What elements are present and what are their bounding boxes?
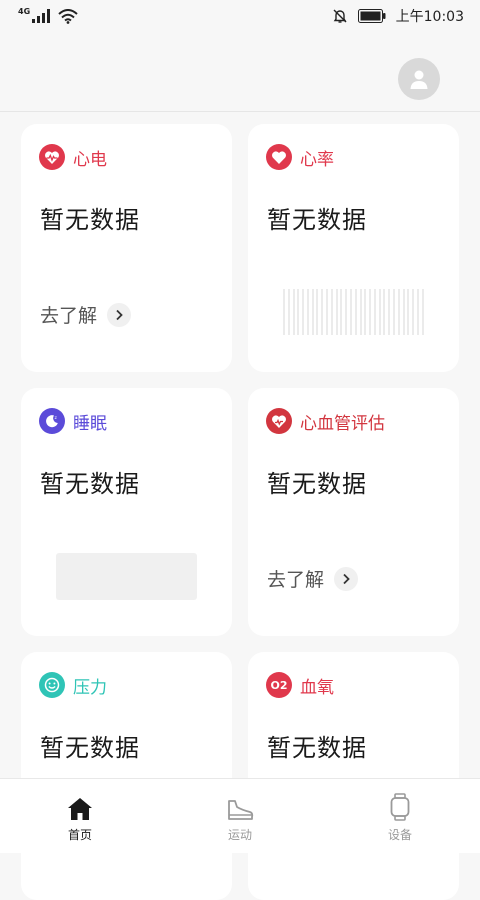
card-title-text: 睡眠 [73, 413, 107, 434]
tab-label: 运动 [227, 828, 252, 842]
chevron-right-icon [334, 566, 359, 591]
shoe-icon [226, 793, 254, 821]
card-cardiovascular[interactable]: 心血管评估 暂无数据 去了解 [248, 388, 459, 636]
wifi-icon [58, 8, 78, 24]
tab-sport[interactable]: 运动 [180, 779, 300, 854]
card-value: 暂无数据 [267, 470, 367, 498]
smile-icon [39, 672, 65, 698]
card-title: 心血管评估 [266, 408, 385, 434]
card-value: 暂无数据 [267, 734, 367, 762]
tab-label: 首页 [67, 828, 92, 842]
tab-home[interactable]: 首页 [20, 779, 140, 854]
card-title-text: 心率 [300, 149, 334, 170]
learn-more-label: 去了解 [40, 305, 98, 327]
card-title-text: 压力 [73, 677, 107, 698]
card-title-text: 心电 [73, 149, 107, 170]
card-spo2[interactable]: O2 血氧 暂无数据 [248, 652, 459, 900]
user-icon [410, 70, 428, 89]
card-title: 压力 [39, 672, 107, 698]
card-sleep[interactable]: z 睡眠 暂无数据 [21, 388, 232, 636]
svg-text:z: z [55, 416, 58, 421]
bottom-tab-bar: 首页 运动 设备 [0, 778, 480, 853]
tab-label: 设备 [387, 828, 412, 842]
card-title-text: 心血管评估 [300, 413, 385, 434]
card-title: O2 血氧 [266, 672, 334, 698]
card-value: 暂无数据 [40, 470, 140, 498]
heart-icon [266, 144, 292, 170]
watch-icon [389, 793, 411, 821]
status-bar: 4G 上午10:03 [0, 0, 480, 32]
card-title: z 睡眠 [39, 408, 107, 434]
learn-more-label: 去了解 [267, 569, 325, 591]
status-left: 4G [18, 6, 78, 24]
header [0, 32, 480, 112]
status-time: 上午10:03 [395, 9, 464, 25]
signal-icon [32, 9, 51, 23]
sleep-placeholder-chart [56, 553, 197, 600]
card-title: 心率 [266, 144, 334, 170]
avatar[interactable] [398, 58, 440, 100]
o2-icon: O2 [266, 672, 292, 698]
network-type: 4G [18, 6, 31, 16]
card-value: 暂无数据 [267, 206, 367, 234]
learn-more-link[interactable]: 去了解 [267, 565, 359, 592]
bell-off-icon [333, 9, 347, 23]
card-heart-rate[interactable]: 心率 暂无数据 [248, 124, 459, 372]
home-icon [67, 793, 93, 821]
heart-rate-placeholder-bars [283, 289, 424, 335]
card-ecg[interactable]: 心电 暂无数据 去了解 [21, 124, 232, 372]
card-title-text: 血氧 [300, 677, 334, 698]
learn-more-link[interactable]: 去了解 [40, 301, 132, 328]
battery-icon [357, 9, 386, 23]
tab-device[interactable]: 设备 [340, 779, 460, 854]
card-stress[interactable]: 压力 暂无数据 [21, 652, 232, 900]
card-value: 暂无数据 [40, 206, 140, 234]
card-title: 心电 [39, 144, 107, 170]
card-value: 暂无数据 [40, 734, 140, 762]
ecg-heart-icon [39, 144, 65, 170]
heart-pulse-icon [266, 408, 292, 434]
moon-icon: z [39, 408, 65, 434]
chevron-right-icon [107, 302, 132, 327]
status-right: 上午10:03 [332, 6, 464, 26]
